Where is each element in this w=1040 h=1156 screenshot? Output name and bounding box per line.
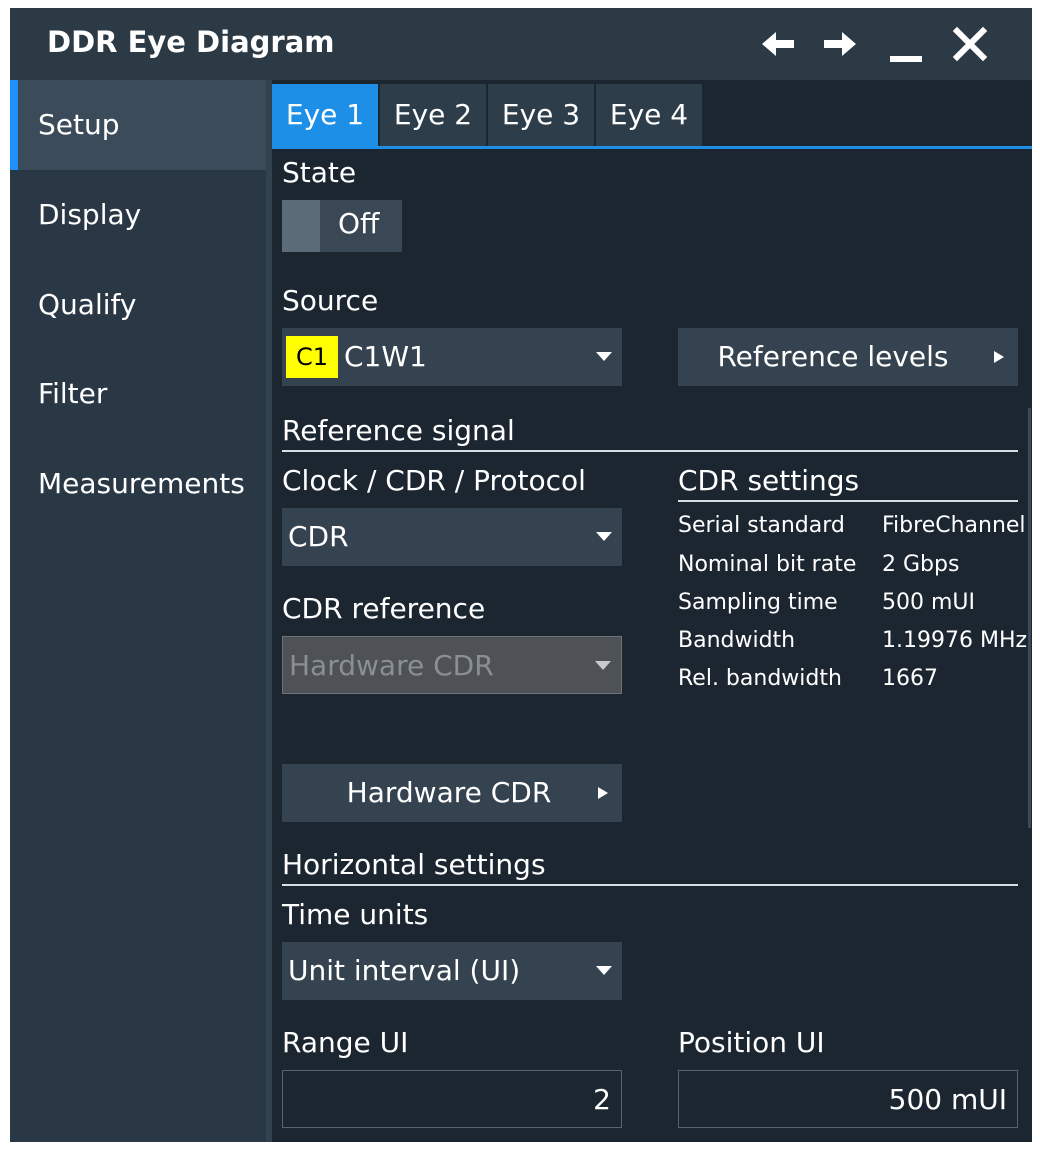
sidebar-item-display[interactable]: Display: [10, 170, 266, 260]
source-value: C1W1: [344, 340, 427, 373]
state-label: State: [282, 156, 357, 189]
chevron-down-icon: [595, 661, 611, 670]
sidebar-item-setup[interactable]: Setup: [10, 80, 266, 170]
section-divider: [282, 884, 1018, 886]
reference-levels-button[interactable]: Reference levels: [678, 328, 1018, 386]
sidebar-item-label: Measurements: [38, 467, 245, 500]
horizontal-settings-title: Horizontal settings: [282, 848, 546, 881]
sidebar-item-label: Filter: [38, 377, 108, 410]
cdr-setting-key: Sampling time: [678, 590, 838, 615]
cdr-setting-key: Serial standard: [678, 513, 845, 538]
tab-eye-4[interactable]: Eye 4: [596, 84, 702, 146]
tab-eye-1[interactable]: Eye 1: [272, 84, 378, 146]
source-dropdown[interactable]: C1 C1W1: [282, 328, 622, 386]
sidebar: Setup Display Qualify Filter Measurement…: [10, 80, 266, 1142]
tab-underline: [272, 146, 1032, 149]
sidebar-item-label: Display: [38, 198, 142, 231]
toggle-value: Off: [338, 207, 380, 240]
section-divider: [282, 450, 1018, 452]
position-ui-label: Position UI: [678, 1026, 825, 1059]
cdr-setting-value: 500 mUI: [882, 590, 976, 615]
time-units-dropdown[interactable]: Unit interval (UI): [282, 942, 622, 1000]
cdr-setting-value: 1667: [882, 666, 938, 691]
clock-cdr-protocol-dropdown[interactable]: CDR: [282, 508, 622, 566]
arrow-right-icon[interactable]: [818, 22, 862, 66]
title-bar: DDR Eye Diagram: [10, 8, 1032, 80]
arrow-left-icon[interactable]: [756, 22, 800, 66]
range-ui-value: 2: [593, 1083, 611, 1116]
sidebar-item-measurements[interactable]: Measurements: [10, 439, 266, 529]
range-ui-label: Range UI: [282, 1026, 409, 1059]
reference-signal-title: Reference signal: [282, 414, 515, 447]
cdr-setting-value: FibreChannel: [882, 513, 1026, 538]
range-ui-input[interactable]: 2: [282, 1070, 622, 1128]
scrollbar[interactable]: [1028, 408, 1031, 828]
chevron-down-icon: [596, 966, 612, 975]
chevron-down-icon: [596, 532, 612, 541]
close-icon[interactable]: [948, 22, 992, 66]
cdr-reference-dropdown: Hardware CDR: [282, 636, 622, 694]
cdr-setting-key: Nominal bit rate: [678, 552, 857, 577]
sidebar-item-qualify[interactable]: Qualify: [10, 260, 266, 350]
sidebar-item-filter[interactable]: Filter: [10, 349, 266, 439]
channel-badge: C1: [286, 336, 338, 378]
chevron-down-icon: [596, 352, 612, 361]
time-units-value: Unit interval (UI): [288, 954, 521, 987]
cdr-setting-key: Rel. bandwidth: [678, 666, 842, 691]
content-border: [266, 80, 272, 1142]
window-title: DDR Eye Diagram: [47, 25, 335, 59]
state-toggle[interactable]: Off: [282, 200, 402, 252]
clock-cdr-protocol-label: Clock / CDR / Protocol: [282, 464, 586, 497]
ddr-eye-diagram-window: DDR Eye Diagram Setup Display Qualify Fi…: [10, 8, 1032, 1142]
sidebar-item-label: Qualify: [38, 288, 137, 321]
position-ui-value: 500 mUI: [888, 1083, 1007, 1116]
cdr-setting-value: 1.19976 MHz: [882, 628, 1028, 653]
triangle-right-icon: [994, 351, 1004, 363]
cdr-setting-value: 2 Gbps: [882, 552, 960, 577]
cdr-settings-title: CDR settings: [678, 464, 860, 497]
minimize-icon[interactable]: [884, 22, 928, 66]
cdr-reference-label: CDR reference: [282, 592, 486, 625]
triangle-right-icon: [598, 787, 608, 799]
tab-eye-2[interactable]: Eye 2: [380, 84, 486, 146]
toggle-knob: [282, 200, 320, 252]
clock-cdr-protocol-value: CDR: [288, 520, 349, 553]
hardware-cdr-label: Hardware CDR: [346, 776, 552, 809]
cdr-reference-value: Hardware CDR: [289, 649, 494, 682]
time-units-label: Time units: [282, 898, 429, 931]
hardware-cdr-button[interactable]: Hardware CDR: [282, 764, 622, 822]
sidebar-item-label: Setup: [38, 108, 120, 141]
tab-eye-3[interactable]: Eye 3: [488, 84, 594, 146]
position-ui-input[interactable]: 500 mUI: [678, 1070, 1018, 1128]
section-divider: [678, 500, 1018, 502]
source-label: Source: [282, 284, 379, 317]
reference-levels-label: Reference levels: [717, 340, 949, 373]
cdr-setting-key: Bandwidth: [678, 628, 796, 653]
